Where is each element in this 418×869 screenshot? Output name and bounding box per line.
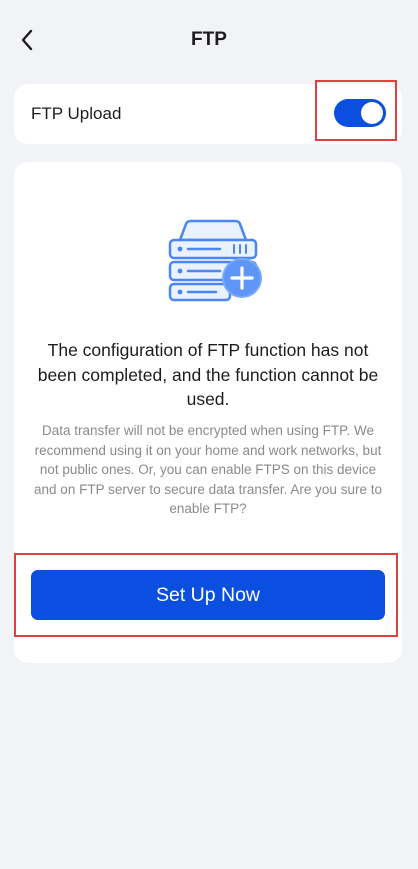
- set-up-now-button[interactable]: Set Up Now: [31, 570, 385, 620]
- encryption-warning-text: Data transfer will not be encrypted when…: [34, 423, 382, 516]
- toggle-highlight-box: [315, 80, 397, 141]
- header: FTP: [0, 0, 418, 80]
- info-card: The configuration of FTP function has no…: [14, 162, 402, 663]
- page-title: FTP: [191, 29, 227, 50]
- ftp-upload-card: FTP Upload: [14, 80, 402, 144]
- ftp-upload-label: FTP Upload: [31, 104, 122, 123]
- config-incomplete-heading: The configuration of FTP function has no…: [37, 340, 379, 409]
- server-add-icon: [168, 219, 262, 302]
